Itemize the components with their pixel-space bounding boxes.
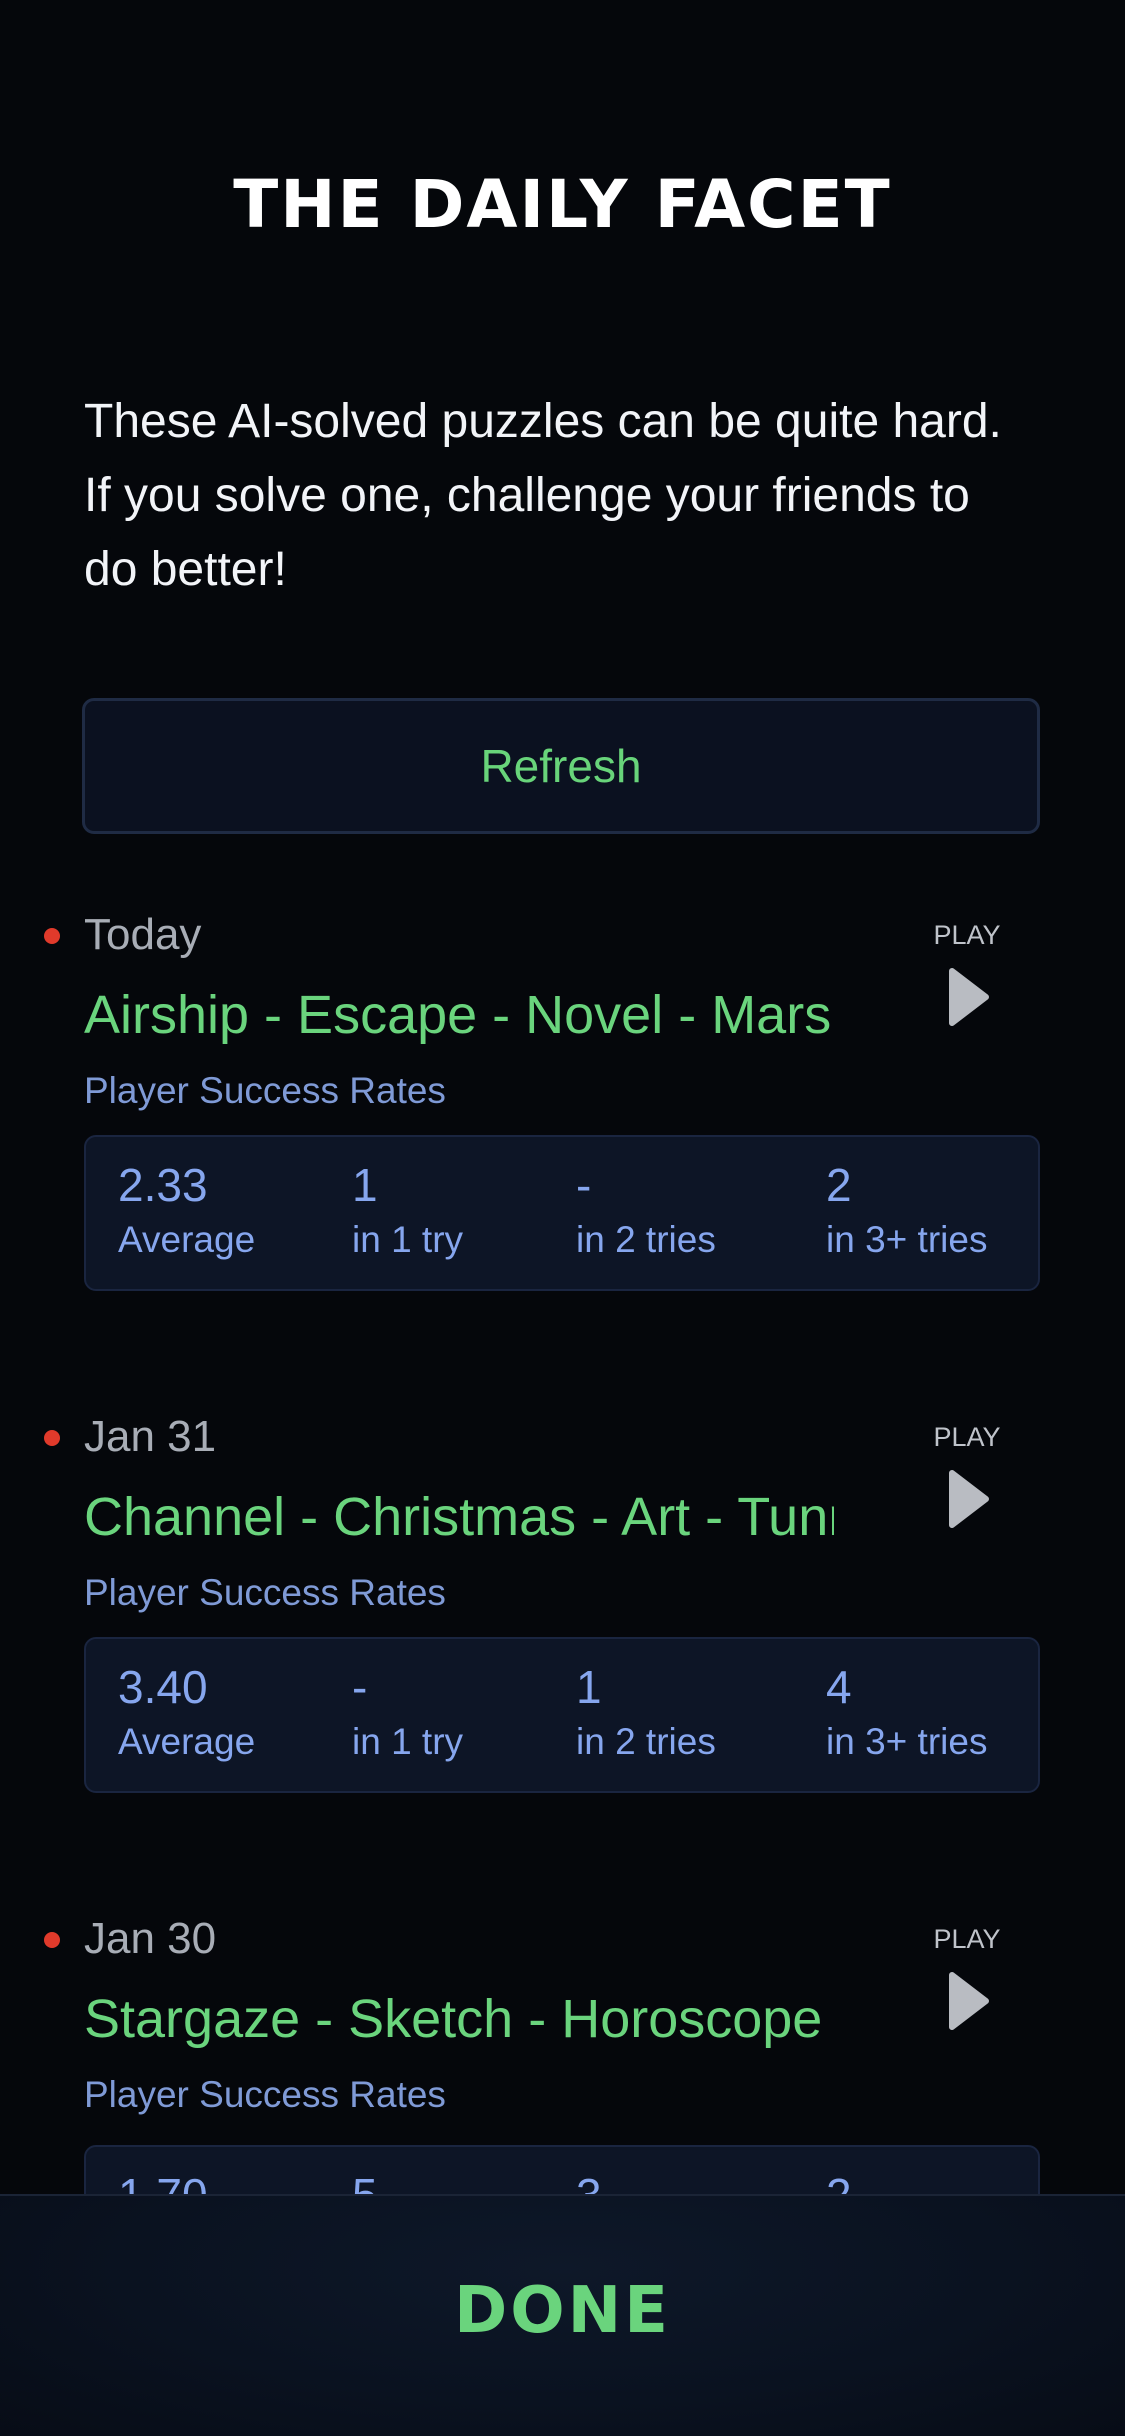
- stat-label: in 1 try: [352, 1219, 464, 1260]
- stat-in-2-tries: 1 in 2 tries: [576, 1657, 716, 1767]
- stat-label: in 3+ tries: [826, 1721, 988, 1762]
- play-label: PLAY: [933, 1422, 1001, 1452]
- play-label: PLAY: [933, 1924, 1001, 1954]
- stat-in-2-tries: - in 2 tries: [576, 1155, 716, 1265]
- unread-dot-icon: [44, 1430, 60, 1446]
- stat-label: in 2 tries: [576, 1219, 716, 1260]
- stat-in-1-try: 1 in 1 try: [352, 1155, 463, 1265]
- stat-value: 3.40: [118, 1661, 208, 1713]
- stat-value: 2: [826, 1159, 852, 1211]
- success-rates-label: Player Success Rates: [84, 2074, 446, 2115]
- done-button[interactable]: DONE: [0, 2266, 1125, 2356]
- stat-label: Average: [118, 1219, 256, 1260]
- stat-in-1-try: - in 1 try: [352, 1657, 463, 1767]
- stat-value: -: [576, 1159, 592, 1211]
- stat-label: in 1 try: [352, 1721, 464, 1762]
- puzzle-words[interactable]: Airship - Escape - Novel - Marsh: [84, 977, 834, 1053]
- stat-value: -: [352, 1661, 368, 1713]
- play-triangle-icon[interactable]: [946, 1469, 990, 1529]
- puzzle-item[interactable]: Today Airship - Escape - Novel - Marsh P…: [0, 905, 1125, 1325]
- play-label: PLAY: [933, 920, 1001, 950]
- stat-label: in 3+ tries: [826, 1219, 988, 1260]
- intro-text: These AI-solved puzzles can be quite har…: [84, 395, 1002, 596]
- puzzle-words[interactable]: Channel - Christmas - Art - Tunnel: [84, 1479, 834, 1555]
- stat-value: 1: [352, 1159, 378, 1211]
- success-rates-label: Player Success Rates: [84, 1572, 446, 1613]
- stat-value: 1: [576, 1661, 602, 1713]
- stat-in-3-plus-tries: 4 in 3+ tries: [826, 1657, 987, 1767]
- unread-dot-icon: [44, 1932, 60, 1948]
- puzzle-item[interactable]: Jan 31 Channel - Christmas - Art - Tunne…: [0, 1407, 1125, 1827]
- puzzle-date: Jan 31: [84, 1412, 217, 1461]
- stat-value: 4: [826, 1661, 852, 1713]
- play-triangle-icon[interactable]: [946, 1971, 990, 2031]
- stat-in-3-plus-tries: 2 in 3+ tries: [826, 1155, 987, 1265]
- puzzle-date: Today: [84, 910, 202, 959]
- app-title: THE DAILY FACET: [233, 166, 892, 243]
- stat-average: 2.33 Average: [118, 1155, 255, 1265]
- play-triangle-icon[interactable]: [946, 967, 990, 1027]
- success-stats-panel: 3.40 Average - in 1 try 1 in 2 tries 4 i…: [84, 1637, 1040, 1793]
- puzzle-archive-screen: THE DAILY FACET These AI-solved puzzles …: [0, 0, 1125, 2436]
- unread-dot-icon: [44, 928, 60, 944]
- puzzle-words[interactable]: Stargaze - Sketch - Horoscope - Iri: [84, 1981, 834, 2057]
- refresh-button[interactable]: Refresh: [82, 698, 1040, 834]
- success-stats-panel: 2.33 Average 1 in 1 try - in 2 tries 2 i…: [84, 1135, 1040, 1291]
- stat-value: 2.33: [118, 1159, 208, 1211]
- stat-label: Average: [118, 1721, 256, 1762]
- success-rates-label: Player Success Rates: [84, 1070, 446, 1111]
- footer-bar: DONE: [0, 2194, 1125, 2436]
- puzzle-date: Jan 30: [84, 1914, 217, 1963]
- stat-average: 3.40 Average: [118, 1657, 255, 1767]
- stat-label: in 2 tries: [576, 1721, 716, 1762]
